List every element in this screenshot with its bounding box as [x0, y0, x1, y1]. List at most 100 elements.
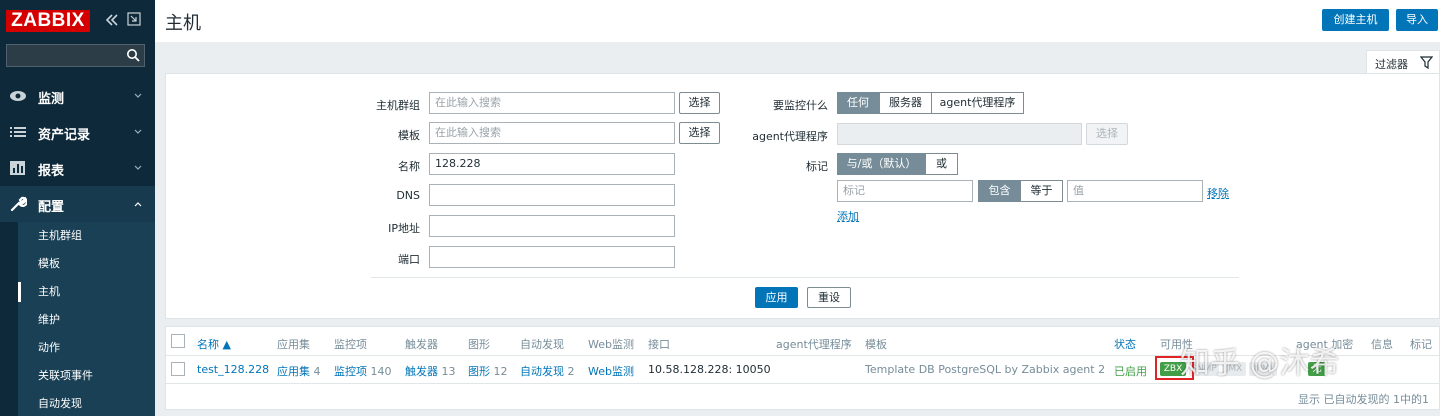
column-header-templates: 模板: [865, 338, 887, 351]
column-header-info: 信息: [1371, 338, 1393, 351]
web-link[interactable]: Web监测: [588, 363, 634, 379]
column-header-proxy: agent代理程序: [776, 338, 852, 351]
remove-tag-link[interactable]: 移除: [1207, 185, 1229, 201]
monitored-by-any[interactable]: 任何: [837, 92, 879, 114]
chevron-up-icon: [134, 202, 142, 207]
chevron-down-icon: [134, 165, 142, 170]
paging-info: 显示 已自动发现的 1中的1: [1298, 393, 1429, 406]
filter-divider: [371, 277, 1239, 278]
templates-select-button[interactable]: 选择: [679, 122, 720, 144]
proxy-label: agent代理程序: [752, 130, 828, 143]
template-link[interactable]: Template DB PostgreSQL by Zabbix agent 2: [865, 363, 1105, 376]
column-header-applications: 应用集: [277, 338, 310, 351]
tags-label: 标记: [806, 160, 828, 173]
items-count: 140: [370, 365, 392, 378]
select-all-checkbox[interactable]: [171, 334, 185, 348]
tag-operator-contains[interactable]: 包含: [978, 180, 1021, 202]
menu-label: 监测: [38, 92, 65, 107]
bar-chart-icon: [10, 161, 25, 175]
tag-name-input[interactable]: 标记: [837, 180, 973, 202]
port-label: 端口: [398, 253, 420, 266]
discovery-count: 2: [567, 365, 575, 378]
filter-tab-label: 过滤器: [1375, 58, 1408, 71]
monitored-by-server[interactable]: 服务器: [879, 92, 932, 114]
host-groups-label: 主机群组: [376, 99, 420, 112]
graphs-cell: 图形 12: [468, 363, 508, 379]
tag-operator-equals[interactable]: 等于: [1020, 180, 1063, 202]
submenu-item-event-correlation[interactable]: 关联项事件: [18, 362, 155, 390]
dns-label: DNS: [396, 189, 420, 202]
zabbix-logo[interactable]: ZABBIX: [6, 10, 90, 32]
monitored-by-proxy[interactable]: agent代理程序: [931, 92, 1024, 114]
applications-count: 4: [313, 365, 321, 378]
column-header-triggers: 触发器: [405, 338, 438, 351]
applications-link[interactable]: 应用集: [277, 365, 310, 378]
ip-label: IP地址: [388, 222, 420, 235]
host-groups-select-button[interactable]: 选择: [679, 92, 720, 114]
column-header-web: Web监测: [588, 338, 634, 351]
interface-cell: 10.58.128.228: 10050: [648, 363, 771, 376]
column-header-interface: 接口: [648, 338, 670, 351]
logo-row: ZABBIX: [0, 0, 155, 42]
submenu-item-maintenance[interactable]: 维护: [18, 306, 155, 334]
tag-value-input[interactable]: 值: [1067, 180, 1203, 202]
reset-button[interactable]: 重设: [807, 287, 851, 308]
monitored-by-label: 要监控什么: [773, 99, 828, 112]
sidebar: ZABBIX 监测 资产记录 报表 配置 主机群组 模板 主机 维护 动作 关联…: [0, 0, 155, 416]
ip-input[interactable]: [429, 215, 675, 237]
watermark: 知乎 @沐希: [1180, 346, 1340, 381]
port-input[interactable]: [429, 246, 675, 268]
tags-mode-or[interactable]: 或: [925, 153, 958, 175]
dns-input[interactable]: [429, 184, 675, 206]
submenu-item-discovery[interactable]: 自动发现: [18, 390, 155, 416]
tags-mode-and-or[interactable]: 与/或（默认）: [837, 153, 926, 175]
menu-label: 配置: [38, 200, 65, 215]
graphs-link[interactable]: 图形: [468, 365, 490, 378]
menu-item-configuration[interactable]: 配置: [0, 186, 155, 222]
menu-item-monitoring[interactable]: 监测: [0, 78, 155, 114]
submenu-item-templates[interactable]: 模板: [18, 250, 155, 278]
eye-icon: [10, 91, 26, 101]
column-header-items: 监控项: [334, 338, 367, 351]
kiosk-mode-icon[interactable]: [127, 12, 141, 26]
graphs-count: 12: [493, 365, 508, 378]
collapse-sidebar-icon[interactable]: [104, 12, 120, 28]
import-button[interactable]: 导入: [1396, 9, 1438, 31]
menu-item-reports[interactable]: 报表: [0, 150, 155, 186]
main-menu: 监测 资产记录 报表 配置: [0, 78, 155, 222]
triggers-count: 13: [441, 365, 456, 378]
menu-item-inventory[interactable]: 资产记录: [0, 114, 155, 150]
menu-label: 资产记录: [38, 128, 91, 143]
submenu-item-actions[interactable]: 动作: [18, 334, 155, 362]
filter-icon: [1420, 56, 1433, 69]
chevron-down-icon: [134, 129, 142, 134]
column-header-name[interactable]: 名称 ▲: [197, 336, 231, 352]
row-divider: [166, 383, 1439, 384]
proxy-select-button: 选择: [1086, 123, 1128, 145]
configuration-submenu: 主机群组 模板 主机 维护 动作 关联项事件 自动发现: [18, 222, 155, 416]
filter-tab[interactable]: 过滤器: [1366, 50, 1440, 74]
apply-button[interactable]: 应用: [755, 287, 798, 308]
templates-label: 模板: [398, 129, 420, 142]
create-host-button[interactable]: 创建主机: [1322, 9, 1389, 31]
proxy-input: [837, 123, 1082, 145]
name-input[interactable]: 128.228: [429, 153, 675, 175]
add-tag-link[interactable]: 添加: [837, 208, 859, 224]
items-link[interactable]: 监控项: [334, 365, 367, 378]
sidebar-search-input[interactable]: [6, 44, 145, 67]
column-header-tags: 标记: [1410, 338, 1432, 351]
column-header-discovery: 自动发现: [520, 338, 564, 351]
status-link[interactable]: 已启用: [1114, 363, 1147, 379]
submenu-item-hosts[interactable]: 主机: [18, 278, 155, 306]
host-groups-input[interactable]: 在此输入搜索: [429, 92, 675, 114]
wrench-icon: [10, 196, 27, 212]
column-header-status[interactable]: 状态: [1114, 336, 1136, 352]
column-header-graphs: 图形: [468, 338, 490, 351]
submenu-item-host-groups[interactable]: 主机群组: [18, 222, 155, 250]
discovery-link[interactable]: 自动发现: [520, 365, 564, 378]
search-icon[interactable]: [126, 48, 140, 62]
row-checkbox[interactable]: [171, 362, 185, 376]
host-name-link[interactable]: test_128.228: [197, 363, 269, 376]
templates-input[interactable]: 在此输入搜索: [429, 122, 675, 144]
triggers-link[interactable]: 触发器: [405, 365, 438, 378]
